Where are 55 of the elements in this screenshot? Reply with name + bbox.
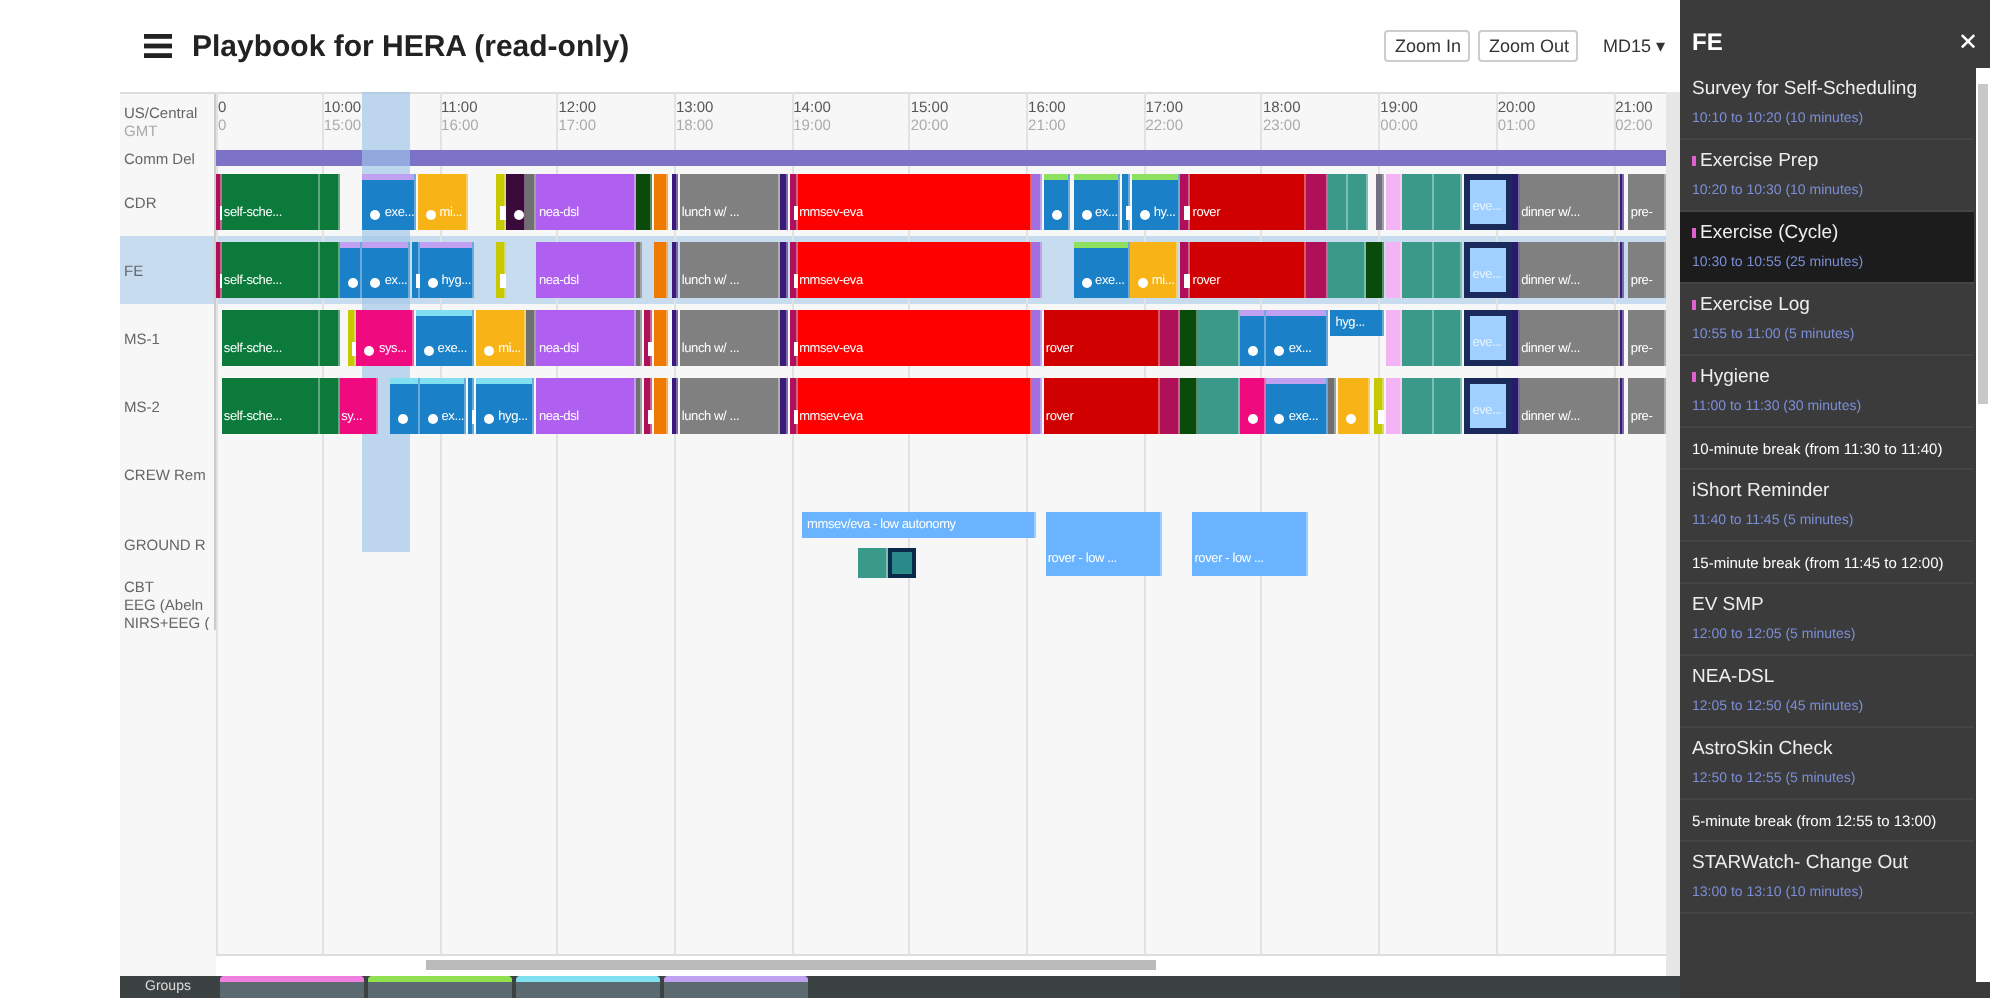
activity-title: STARWatch- Change Out xyxy=(1692,852,1909,874)
scrollbar[interactable] xyxy=(216,954,1666,976)
zoom-button[interactable]: Zoom Out xyxy=(1478,30,1579,62)
day-dropdown[interactable]: MD15 ▾ xyxy=(1598,36,1670,56)
group-tab[interactable] xyxy=(516,976,660,998)
dot-icon xyxy=(1274,414,1285,424)
menu-icon[interactable] xyxy=(144,34,172,58)
dot-icon xyxy=(1247,414,1258,424)
dot-icon xyxy=(1345,414,1356,424)
dot-icon xyxy=(1081,278,1092,288)
marker-icon xyxy=(1126,206,1132,220)
dot-icon xyxy=(484,346,495,356)
group-tab[interactable] xyxy=(220,976,364,998)
dot-icon xyxy=(347,278,358,288)
dot-icon xyxy=(513,210,524,220)
dot-icon xyxy=(427,414,438,424)
marker-icon xyxy=(648,342,655,356)
dot-icon xyxy=(484,414,495,424)
dot-icon xyxy=(398,414,409,424)
marker-icon xyxy=(648,410,655,424)
marker-icon xyxy=(1378,410,1385,424)
activity-title: Exercise Prep xyxy=(1700,150,1819,172)
group-tab[interactable] xyxy=(664,976,808,998)
scrollbar[interactable] xyxy=(1666,92,1680,976)
marker-icon xyxy=(499,206,506,220)
activity-title: Hygiene xyxy=(1700,366,1770,388)
dot-icon xyxy=(425,210,436,220)
panel-title: FE xyxy=(1692,28,1723,56)
activity-title: iShort Reminder xyxy=(1692,480,1830,502)
dot-icon xyxy=(1274,346,1285,356)
dot-icon xyxy=(364,346,375,356)
marker-icon xyxy=(1184,274,1191,288)
close-button[interactable]: ✕ xyxy=(1957,28,1978,56)
scrollbar[interactable] xyxy=(1976,68,1990,982)
dot-icon xyxy=(1247,346,1258,356)
activity-title: NEA-DSL xyxy=(1692,666,1775,688)
zoom-button[interactable]: Zoom In xyxy=(1384,30,1471,62)
dot-icon xyxy=(1139,210,1150,220)
activity-title: EV SMP xyxy=(1692,594,1764,616)
dot-icon xyxy=(1137,278,1148,288)
activity-title: Survey for Self-Scheduling xyxy=(1692,78,1917,100)
marker-icon xyxy=(499,274,506,288)
marker-icon xyxy=(1184,206,1191,220)
dot-icon xyxy=(1051,210,1062,220)
dot-icon xyxy=(423,346,434,356)
activity-title: Exercise (Cycle) xyxy=(1700,222,1839,244)
page-title: Playbook for HERA (read-only) xyxy=(192,29,632,63)
dot-icon xyxy=(1081,210,1092,220)
dot-icon xyxy=(427,278,438,288)
activity-title: AstroSkin Check xyxy=(1692,738,1833,760)
dot-icon xyxy=(370,210,381,220)
activity-block[interactable] xyxy=(887,548,917,578)
activity-title: Exercise Log xyxy=(1700,294,1810,316)
dot-icon xyxy=(370,278,381,288)
group-tab[interactable] xyxy=(368,976,512,998)
